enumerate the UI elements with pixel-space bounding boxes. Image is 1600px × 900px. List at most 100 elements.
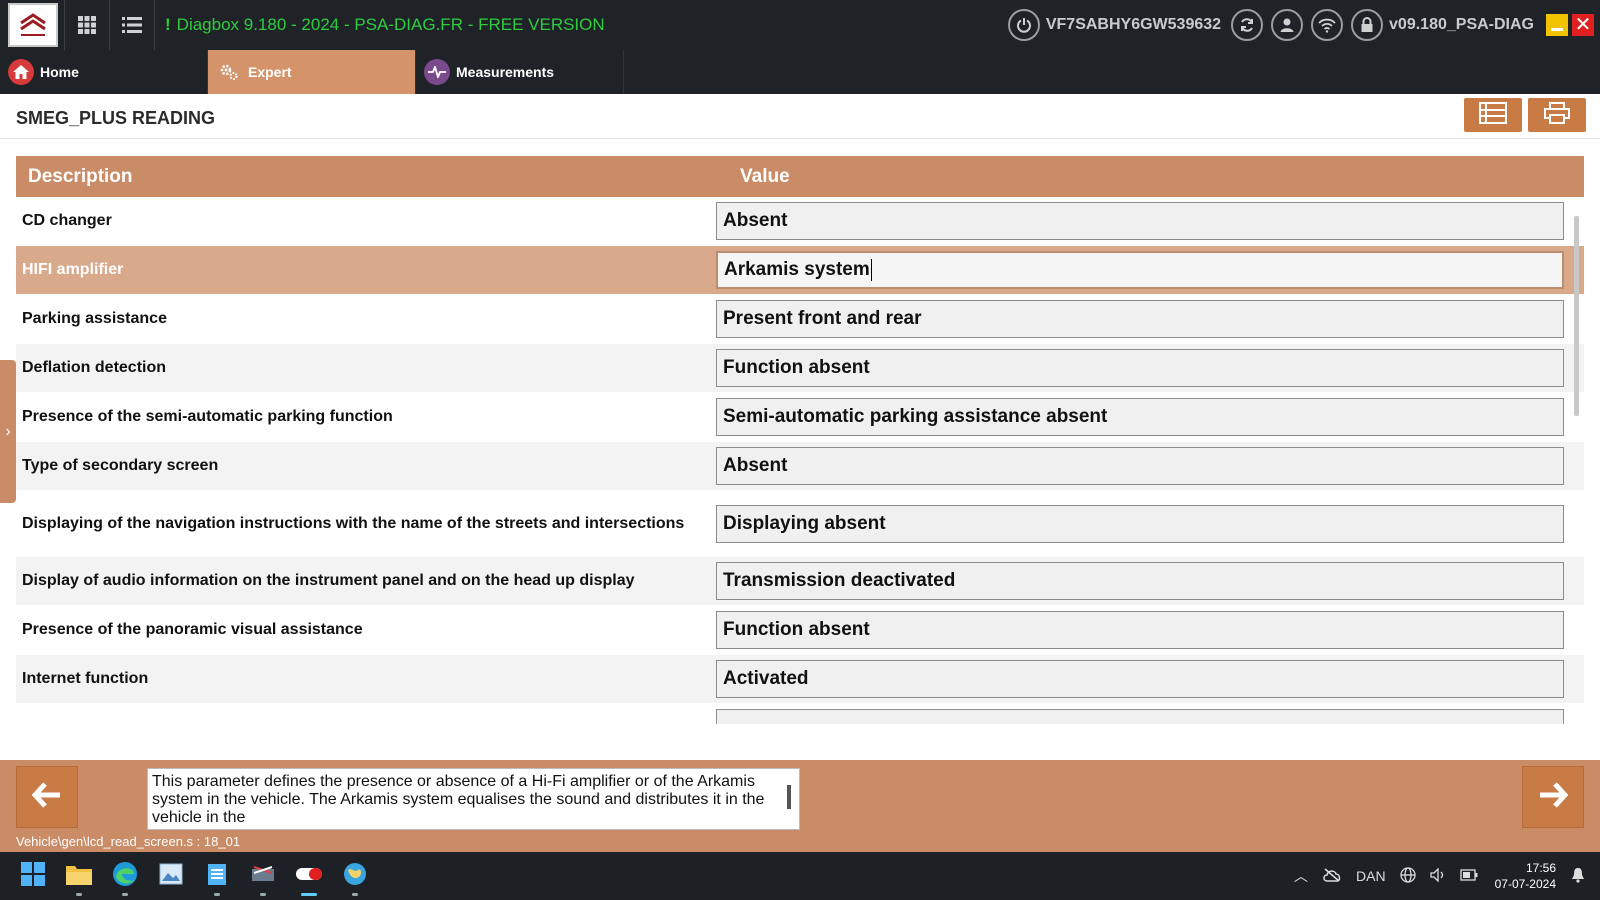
column-header-value: Value: [740, 165, 790, 187]
table-header: Description Value: [16, 156, 1584, 197]
table-row[interactable]: Type of secondary screen Absent: [16, 442, 1584, 491]
taskbar-diagbox[interactable]: [286, 852, 332, 900]
image-viewer-icon: [159, 863, 183, 890]
row-value-field[interactable]: Arkamis system: [716, 251, 1564, 289]
warning-mark: !: [165, 15, 171, 34]
taskbar-edge[interactable]: [102, 852, 148, 900]
vin-number: VF7SABHY6GW539632: [1045, 16, 1222, 33]
row-value-text: Semi-automatic parking assistance absent: [723, 406, 1108, 427]
system-tray: ︿ DAN 17:56 07-07-2024: [1287, 852, 1592, 900]
table-row-partial[interactable]: [16, 704, 1584, 724]
back-button[interactable]: [16, 766, 78, 828]
diagbox-app-icon: [295, 867, 323, 886]
bottom-info-bar: This parameter defines the presence or a…: [0, 760, 1600, 852]
network-globe-icon[interactable]: [1399, 866, 1416, 886]
start-button[interactable]: [10, 852, 56, 900]
table-row[interactable]: Deflation detection Function absent: [16, 344, 1584, 393]
tab-expert[interactable]: Expert: [208, 50, 416, 94]
notification-bell-icon[interactable]: [1571, 867, 1585, 886]
table-row[interactable]: Parking assistance Present front and rea…: [16, 295, 1584, 344]
running-indicator: [122, 893, 128, 896]
row-value-field[interactable]: [716, 709, 1564, 724]
keyboard-language[interactable]: DAN: [1356, 868, 1386, 884]
citroen-logo[interactable]: [8, 3, 58, 47]
wifi-icon[interactable]: [1311, 9, 1344, 41]
row-value-field[interactable]: Function absent: [716, 349, 1564, 387]
table-row[interactable]: Presence of the semi-automatic parking f…: [16, 393, 1584, 442]
tab-measurements[interactable]: Measurements: [416, 50, 624, 94]
cloud-offline-icon[interactable]: [1322, 867, 1342, 885]
row-value-text: Function absent: [723, 619, 870, 640]
table-row[interactable]: Displaying of the navigation instruction…: [16, 491, 1584, 557]
arrow-left-icon: [31, 781, 62, 813]
row-value-text: Present front and rear: [723, 308, 922, 329]
tab-home[interactable]: Home: [0, 50, 208, 94]
title-bar: ! Diagbox 9.180 - 2024 - PSA-DIAG.FR - FR…: [0, 0, 1600, 50]
row-description: Parking assistance: [22, 310, 167, 327]
row-description: Internet function: [22, 670, 149, 687]
running-indicator: [76, 893, 82, 896]
chevron-right-icon: ›: [5, 422, 11, 440]
row-value-field[interactable]: Displaying absent: [716, 504, 1564, 543]
minimize-icon: [1551, 28, 1563, 31]
row-description: CD changer: [22, 212, 112, 229]
print-button[interactable]: [1528, 98, 1586, 132]
list-view-icon: [1479, 101, 1507, 129]
side-drawer-toggle[interactable]: ›: [0, 360, 16, 503]
list-view-button[interactable]: [1464, 98, 1522, 132]
folder-icon: [66, 863, 92, 890]
refresh-icon[interactable]: [1231, 9, 1264, 41]
table-row-selected[interactable]: HIFI amplifier Arkamis system: [16, 246, 1584, 295]
clock-time: 17:56: [1525, 861, 1556, 875]
row-value-text: Activated: [723, 668, 809, 689]
table-row[interactable]: CD changer Absent: [16, 197, 1584, 246]
table-row[interactable]: Internet function Activated: [16, 655, 1584, 704]
battery-icon[interactable]: [1459, 868, 1478, 884]
taskbar-diag-tool[interactable]: [240, 852, 286, 900]
help-scrollbar[interactable]: [787, 785, 791, 809]
running-indicator: [260, 893, 266, 896]
speaker-icon[interactable]: [1429, 866, 1446, 885]
row-value-field[interactable]: Function absent: [716, 611, 1564, 649]
apps-grid-icon[interactable]: [65, 0, 109, 50]
page-title: SMEG_PLUS READING: [16, 108, 216, 128]
row-value-text: Absent: [723, 455, 788, 476]
arrow-right-icon: [1538, 781, 1569, 813]
minimize-button[interactable]: [1546, 14, 1568, 36]
edge-browser-icon: [112, 861, 138, 892]
tab-home-label: Home: [40, 64, 79, 80]
row-value-field[interactable]: Activated: [716, 660, 1564, 698]
taskbar-notepad[interactable]: [194, 852, 240, 900]
row-description: Type of secondary screen: [22, 457, 219, 474]
row-value-text: Transmission deactivated: [723, 570, 956, 591]
taskbar-file-explorer[interactable]: [56, 852, 102, 900]
row-value-field[interactable]: Absent: [716, 202, 1564, 240]
lock-icon[interactable]: [1351, 9, 1384, 41]
notepad-icon: [207, 862, 227, 891]
next-button[interactable]: [1522, 766, 1584, 828]
row-value-text: Displaying absent: [723, 512, 886, 534]
row-description: Presence of the semi-automatic parking f…: [22, 408, 393, 425]
row-description: Deflation detection: [22, 359, 167, 376]
taskbar-clock[interactable]: 17:56 07-07-2024: [1495, 860, 1556, 892]
row-value-field[interactable]: Semi-automatic parking assistance absent: [716, 398, 1564, 436]
table-scrollbar[interactable]: [1574, 216, 1579, 416]
user-icon[interactable]: [1271, 9, 1304, 41]
parameter-help-text[interactable]: This parameter defines the presence or a…: [147, 768, 800, 830]
row-value-field[interactable]: Absent: [716, 447, 1564, 485]
power-icon[interactable]: [1007, 9, 1040, 41]
chevron-up-icon[interactable]: ︿: [1294, 866, 1308, 886]
row-value-field[interactable]: Present front and rear: [716, 300, 1564, 338]
separator: [154, 0, 155, 50]
table-row[interactable]: Display of audio information on the inst…: [16, 557, 1584, 606]
table-row[interactable]: Presence of the panoramic visual assista…: [16, 606, 1584, 655]
home-icon: [8, 59, 34, 85]
close-icon: ✕: [1574, 14, 1592, 36]
list-icon[interactable]: [110, 0, 154, 50]
running-indicator: [352, 893, 358, 896]
page-header: SMEG_PLUS READING: [0, 94, 1600, 139]
taskbar-globe-app[interactable]: [332, 852, 378, 900]
close-button[interactable]: ✕: [1572, 14, 1594, 36]
taskbar-photos[interactable]: [148, 852, 194, 900]
row-value-field[interactable]: Transmission deactivated: [716, 562, 1564, 600]
